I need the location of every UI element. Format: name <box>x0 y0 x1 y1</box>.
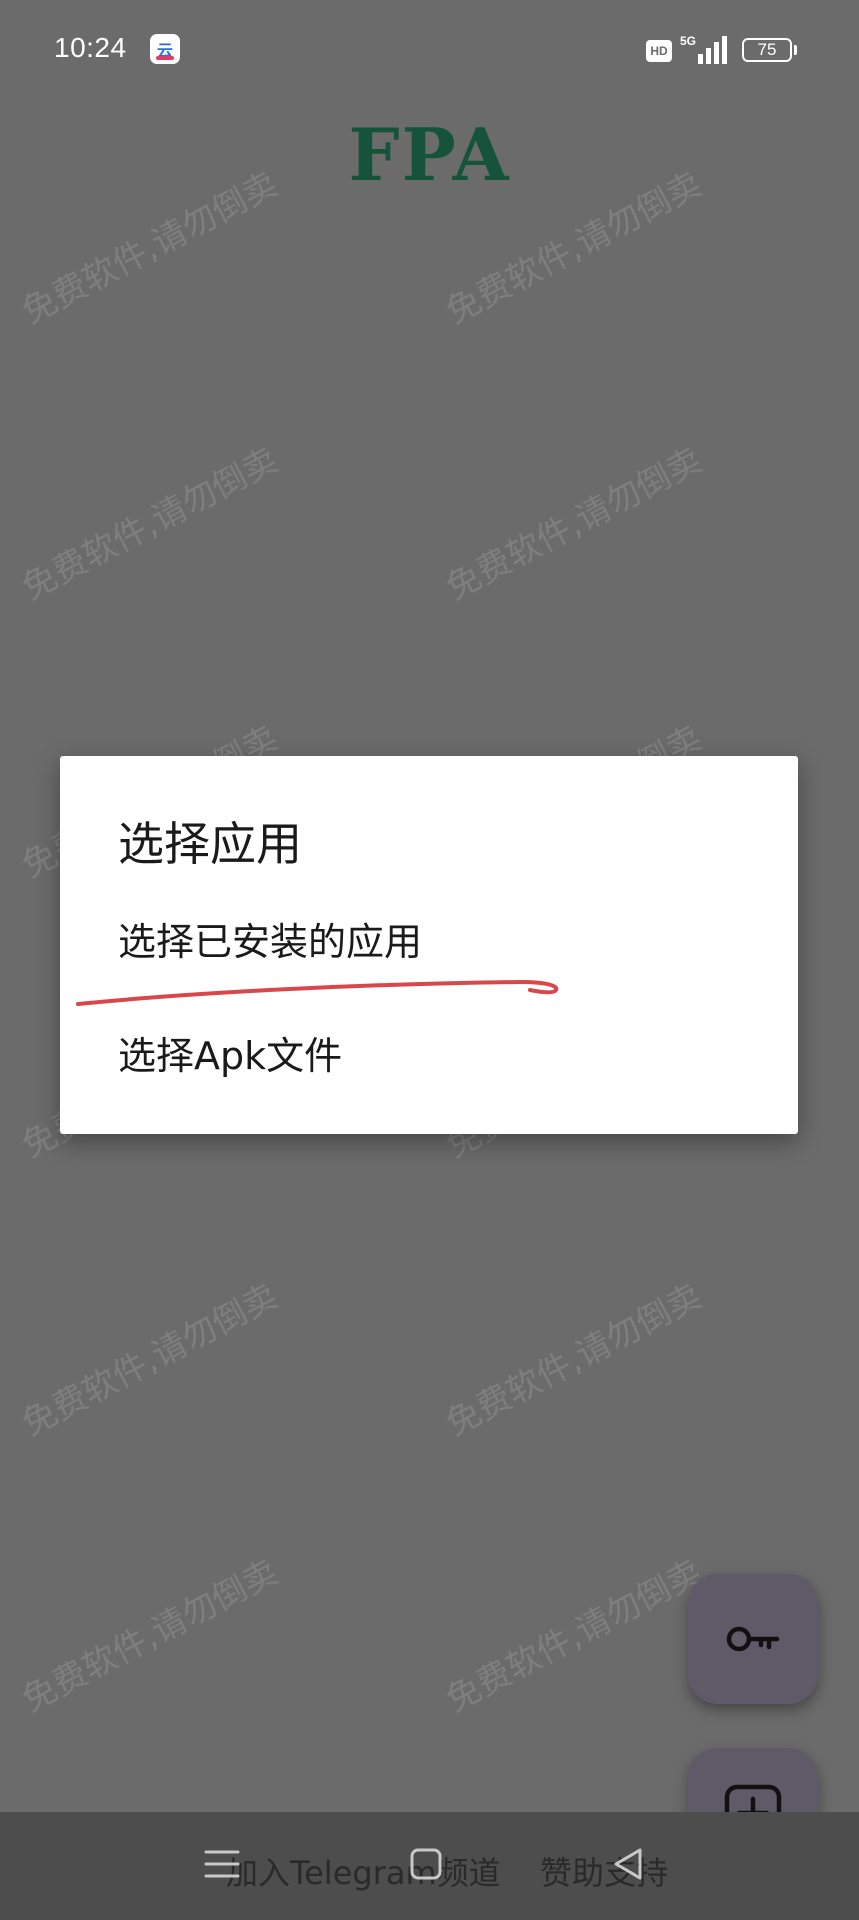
app-title: FPA <box>348 112 511 197</box>
watermark: 免费软件,请勿倒卖 <box>439 440 709 609</box>
select-apk-file-option[interactable]: 选择Apk文件 <box>60 1006 798 1106</box>
hd-icon: HD <box>646 40 672 62</box>
key-button[interactable] <box>688 1574 818 1704</box>
status-time: 10:24 <box>54 32 127 63</box>
signal-icon <box>698 36 727 64</box>
dialog-title: 选择应用 <box>118 817 302 871</box>
watermark: 免费软件,请勿倒卖 <box>439 1276 709 1445</box>
watermark: 免费软件,请勿倒卖 <box>15 1552 285 1721</box>
key-icon <box>726 1626 780 1652</box>
join-telegram-link[interactable]: 加入Telegram频道 <box>226 1848 501 1894</box>
menu-icon[interactable] <box>200 1842 244 1886</box>
watermark: 免费软件,请勿倒卖 <box>15 1276 285 1445</box>
status-bar: 10:24 云 HD 5G 75 <box>0 0 859 100</box>
battery-icon: 75 <box>742 38 792 62</box>
network-type: 5G <box>680 34 697 48</box>
watermark: 免费软件,请勿倒卖 <box>15 440 285 609</box>
select-installed-app-option[interactable]: 选择已安装的应用 <box>60 892 798 992</box>
home-icon[interactable] <box>404 1842 448 1886</box>
select-app-dialog: 选择应用 选择已安装的应用 选择Apk文件 <box>60 756 798 1134</box>
battery-tip <box>794 45 797 55</box>
bottom-bar: 加入Telegram频道 赞助支持 <box>0 1812 859 1920</box>
screen: 10:24 云 HD 5G 75 FPA 免费软件,请勿倒卖 免费软件,请勿倒卖… <box>0 0 859 1920</box>
notification-app-icon: 云 <box>150 34 180 64</box>
back-icon[interactable] <box>606 1842 650 1886</box>
watermark: 免费软件,请勿倒卖 <box>439 1552 709 1721</box>
